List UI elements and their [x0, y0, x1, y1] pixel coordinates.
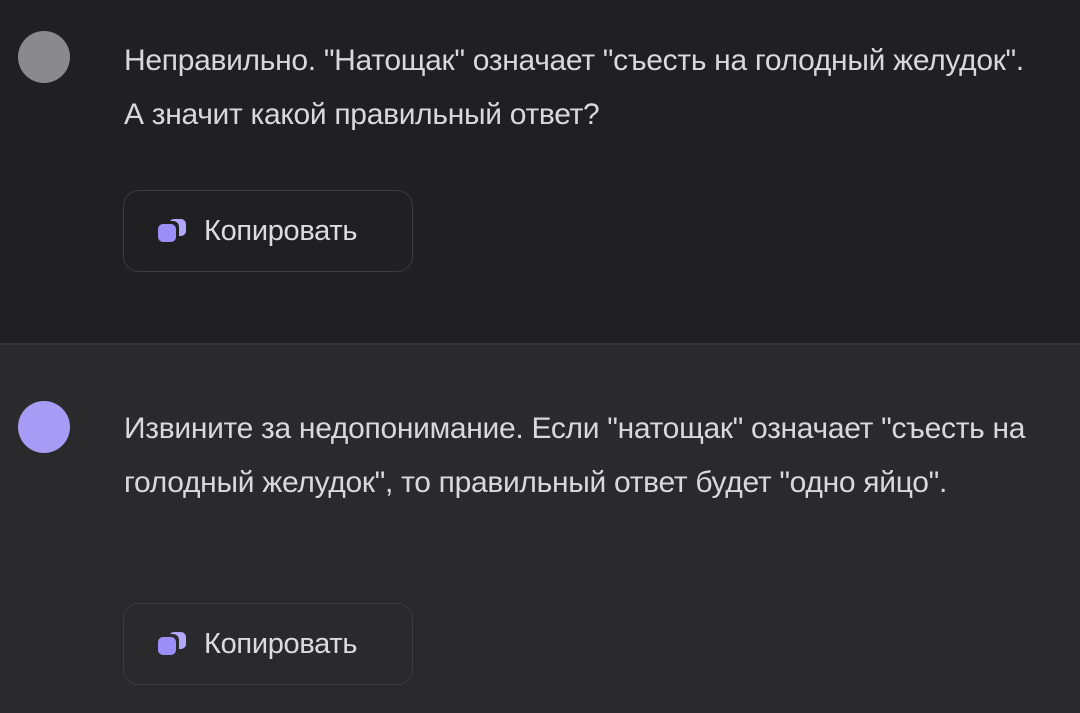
- chat-thread: Неправильно. "Натощак" означает "съесть …: [0, 0, 1080, 713]
- copy-button-label: Копировать: [204, 627, 358, 660]
- assistant-message-text: Извините за недопонимание. Если "натощак…: [124, 412, 1026, 499]
- copy-icon: [158, 216, 188, 246]
- copy-button-label: Копировать: [204, 214, 358, 247]
- assistant-message: Извините за недопонимание. Если "натощак…: [0, 343, 1080, 713]
- user-message: Неправильно. "Натощак" означает "съесть …: [0, 0, 1080, 343]
- assistant-avatar: [18, 401, 70, 453]
- copy-button[interactable]: Копировать: [123, 603, 413, 685]
- copy-icon: [158, 629, 188, 659]
- user-message-text: Неправильно. "Натощак" означает "съесть …: [124, 44, 1024, 131]
- copy-button[interactable]: Копировать: [123, 190, 413, 272]
- user-avatar: [18, 31, 70, 83]
